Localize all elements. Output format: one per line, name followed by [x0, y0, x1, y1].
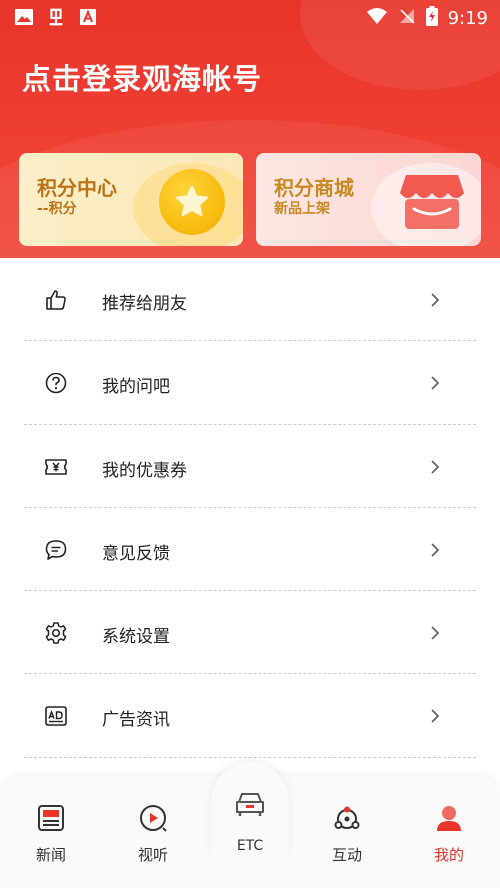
nav-tab-video[interactable]: 视听: [113, 776, 193, 888]
nav-label: 我的: [433, 846, 464, 864]
menu-item-label: 我的问吧: [102, 377, 170, 398]
star-icon: [159, 169, 225, 235]
points-center-title: 积分中心: [37, 176, 117, 200]
menu-item-label: 我的优惠券: [102, 460, 187, 481]
login-link[interactable]: 点击登录观海帐号: [22, 56, 262, 98]
chevron-right-icon: [430, 459, 440, 475]
nav-label: 视听: [137, 846, 168, 864]
gear-icon: [44, 621, 68, 645]
coupon-icon: [44, 455, 68, 479]
chevron-right-icon: [430, 708, 440, 724]
battery-charging-icon: [425, 6, 438, 30]
nav-label: 新闻: [35, 846, 66, 864]
settings-menu: 推荐给朋友 我的问吧 我的优惠券 意见反馈 系统设置 广告资讯: [24, 258, 476, 758]
clock: 9:19: [447, 7, 488, 29]
nav-tab-mine[interactable]: 我的: [409, 776, 489, 888]
chevron-right-icon: [430, 375, 440, 391]
menu-item-settings[interactable]: 系统设置: [24, 591, 476, 675]
chevron-right-icon: [430, 542, 440, 558]
menu-item-my-coupons[interactable]: 我的优惠券: [24, 425, 476, 508]
menu-item-feedback[interactable]: 意见反馈: [24, 508, 476, 592]
points-balance: --积分: [37, 201, 77, 217]
menu-item-ad-info[interactable]: 广告资讯: [24, 674, 476, 758]
points-mall-card[interactable]: 积分商城 新品上架: [256, 153, 481, 246]
play-icon: [139, 804, 167, 832]
no-signal-icon: [398, 7, 416, 29]
ad-icon: [44, 704, 68, 728]
menu-item-label: 广告资讯: [102, 710, 170, 731]
nav-label: ETC: [236, 838, 264, 854]
car-icon: [235, 790, 265, 818]
image-icon: [14, 7, 34, 27]
text-icon: [78, 7, 98, 27]
user-icon: [435, 804, 463, 832]
points-mall-title: 积分商城: [274, 176, 354, 200]
chevron-right-icon: [430, 625, 440, 641]
thumbs-up-icon: [44, 288, 68, 312]
news-icon: [37, 804, 65, 832]
menu-item-my-questions[interactable]: 我的问吧: [24, 341, 476, 425]
menu-item-label: 意见反馈: [102, 543, 170, 564]
nav-tab-interact[interactable]: 互动: [307, 776, 387, 888]
menu-item-label: 系统设置: [102, 627, 170, 648]
points-center-card[interactable]: 积分中心 --积分: [19, 153, 243, 246]
menu-item-label: 推荐给朋友: [102, 294, 187, 314]
nav-tab-news[interactable]: 新闻: [11, 776, 91, 888]
question-icon: [44, 371, 68, 395]
chat-bubble-icon: [44, 538, 68, 562]
points-mall-subtitle: 新品上架: [274, 201, 330, 217]
status-bar: 9:19: [0, 0, 500, 34]
nav-label: 互动: [331, 846, 362, 864]
wifi-icon: [366, 7, 388, 29]
interaction-icon: [333, 804, 361, 832]
menu-item-recommend[interactable]: 推荐给朋友: [24, 258, 476, 342]
app-icon: [46, 7, 66, 27]
nav-tab-etc[interactable]: ETC: [211, 762, 289, 862]
chevron-right-icon: [430, 292, 440, 308]
shop-icon: [396, 169, 468, 233]
